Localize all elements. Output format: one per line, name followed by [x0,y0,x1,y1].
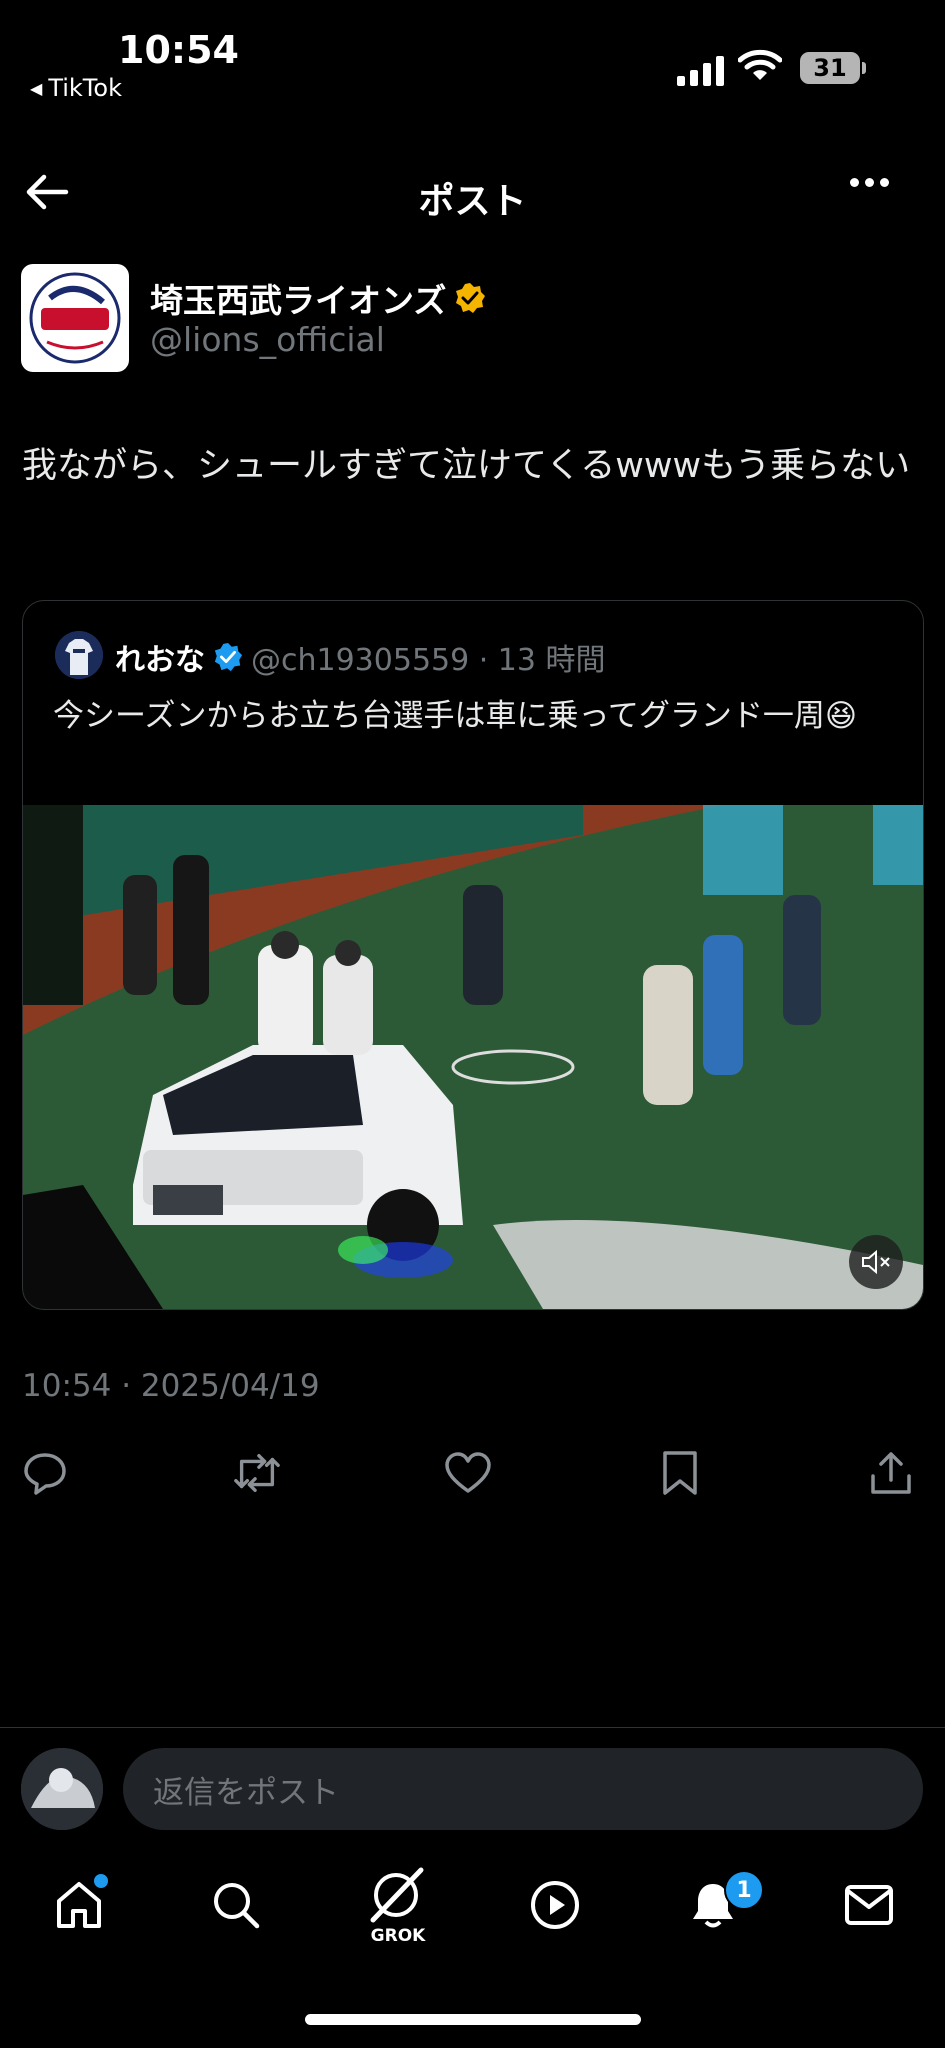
quoted-post-card[interactable]: れおな @ch19305559 · 13 時間 今シーズンからお立ち台選手は車に… [22,600,924,1310]
quoted-meta: @ch19305559 · 13 時間 [251,643,606,678]
share-icon [871,1452,911,1494]
play-circle-icon [531,1881,579,1929]
post-timestamp: 10:54 · 2025/04/19 [22,1368,320,1404]
author-handle[interactable]: @lions_official [150,320,385,359]
arrow-left-icon [26,174,69,210]
bookmark-button[interactable] [655,1448,705,1498]
battery-tip [862,62,866,74]
status-time: 10:54 [118,28,239,72]
back-app-label: TikTok [48,74,122,102]
reply-button[interactable] [20,1448,70,1498]
bookmark-icon [663,1451,697,1495]
quoted-post-text: 今シーズンからお立ち台選手は車に乗ってグランド一周😆 [53,698,858,734]
search-icon [214,1883,260,1929]
author-avatar[interactable] [21,264,129,372]
author-name-text: 埼玉西武ライオンズ [150,281,447,320]
lions-logo-icon [29,272,121,364]
quoted-video[interactable] [23,805,923,1309]
mail-icon [845,1885,893,1925]
home-unread-dot [92,1872,110,1890]
notification-badge: 1 [724,1870,764,1910]
wifi-icon [737,48,783,86]
repost-button[interactable] [232,1448,282,1498]
more-options-button[interactable] [850,178,889,187]
video-frame [23,805,923,1309]
nav-grok[interactable] [361,1860,431,1930]
speaker-muted-icon [862,1249,890,1275]
like-button[interactable] [443,1448,493,1498]
quoted-author-name: れおな [115,643,205,678]
verified-badge-icon [214,642,243,672]
share-button[interactable] [866,1448,916,1498]
back-to-app-link[interactable]: ◀ TikTok [30,74,122,102]
reply-icon [24,1453,66,1495]
back-button[interactable] [24,172,70,216]
page-title: ポスト [418,181,527,222]
quoted-post-header: れおな @ch19305559 · 13 時間 [115,635,606,679]
heart-icon [445,1452,491,1493]
verified-badge-icon [456,283,486,313]
home-indicator[interactable] [305,2014,641,2025]
back-triangle-icon: ◀ [30,78,43,98]
nav-video[interactable] [520,1870,590,1940]
repost-icon [234,1454,280,1492]
mute-button[interactable] [849,1235,903,1289]
author-name[interactable]: 埼玉西武ライオンズ [150,274,486,322]
grok-label: GROK [370,1926,426,1946]
nav-search[interactable] [201,1870,271,1940]
jersey-avatar-icon [55,631,103,679]
reply-placeholder: 返信をポスト [153,1774,339,1811]
signal-icon [677,54,724,86]
my-avatar[interactable] [21,1748,103,1830]
user-avatar-icon [21,1748,103,1830]
post-text: 我ながら、シュールすぎて泣けてくるwwwもう乗らない [22,446,911,486]
quoted-author-avatar [55,631,103,679]
nav-messages[interactable] [834,1870,904,1940]
reply-input[interactable]: 返信をポスト [123,1748,923,1830]
battery-indicator: 31 [800,52,860,84]
divider [0,1727,945,1728]
grok-icon [370,1867,424,1923]
